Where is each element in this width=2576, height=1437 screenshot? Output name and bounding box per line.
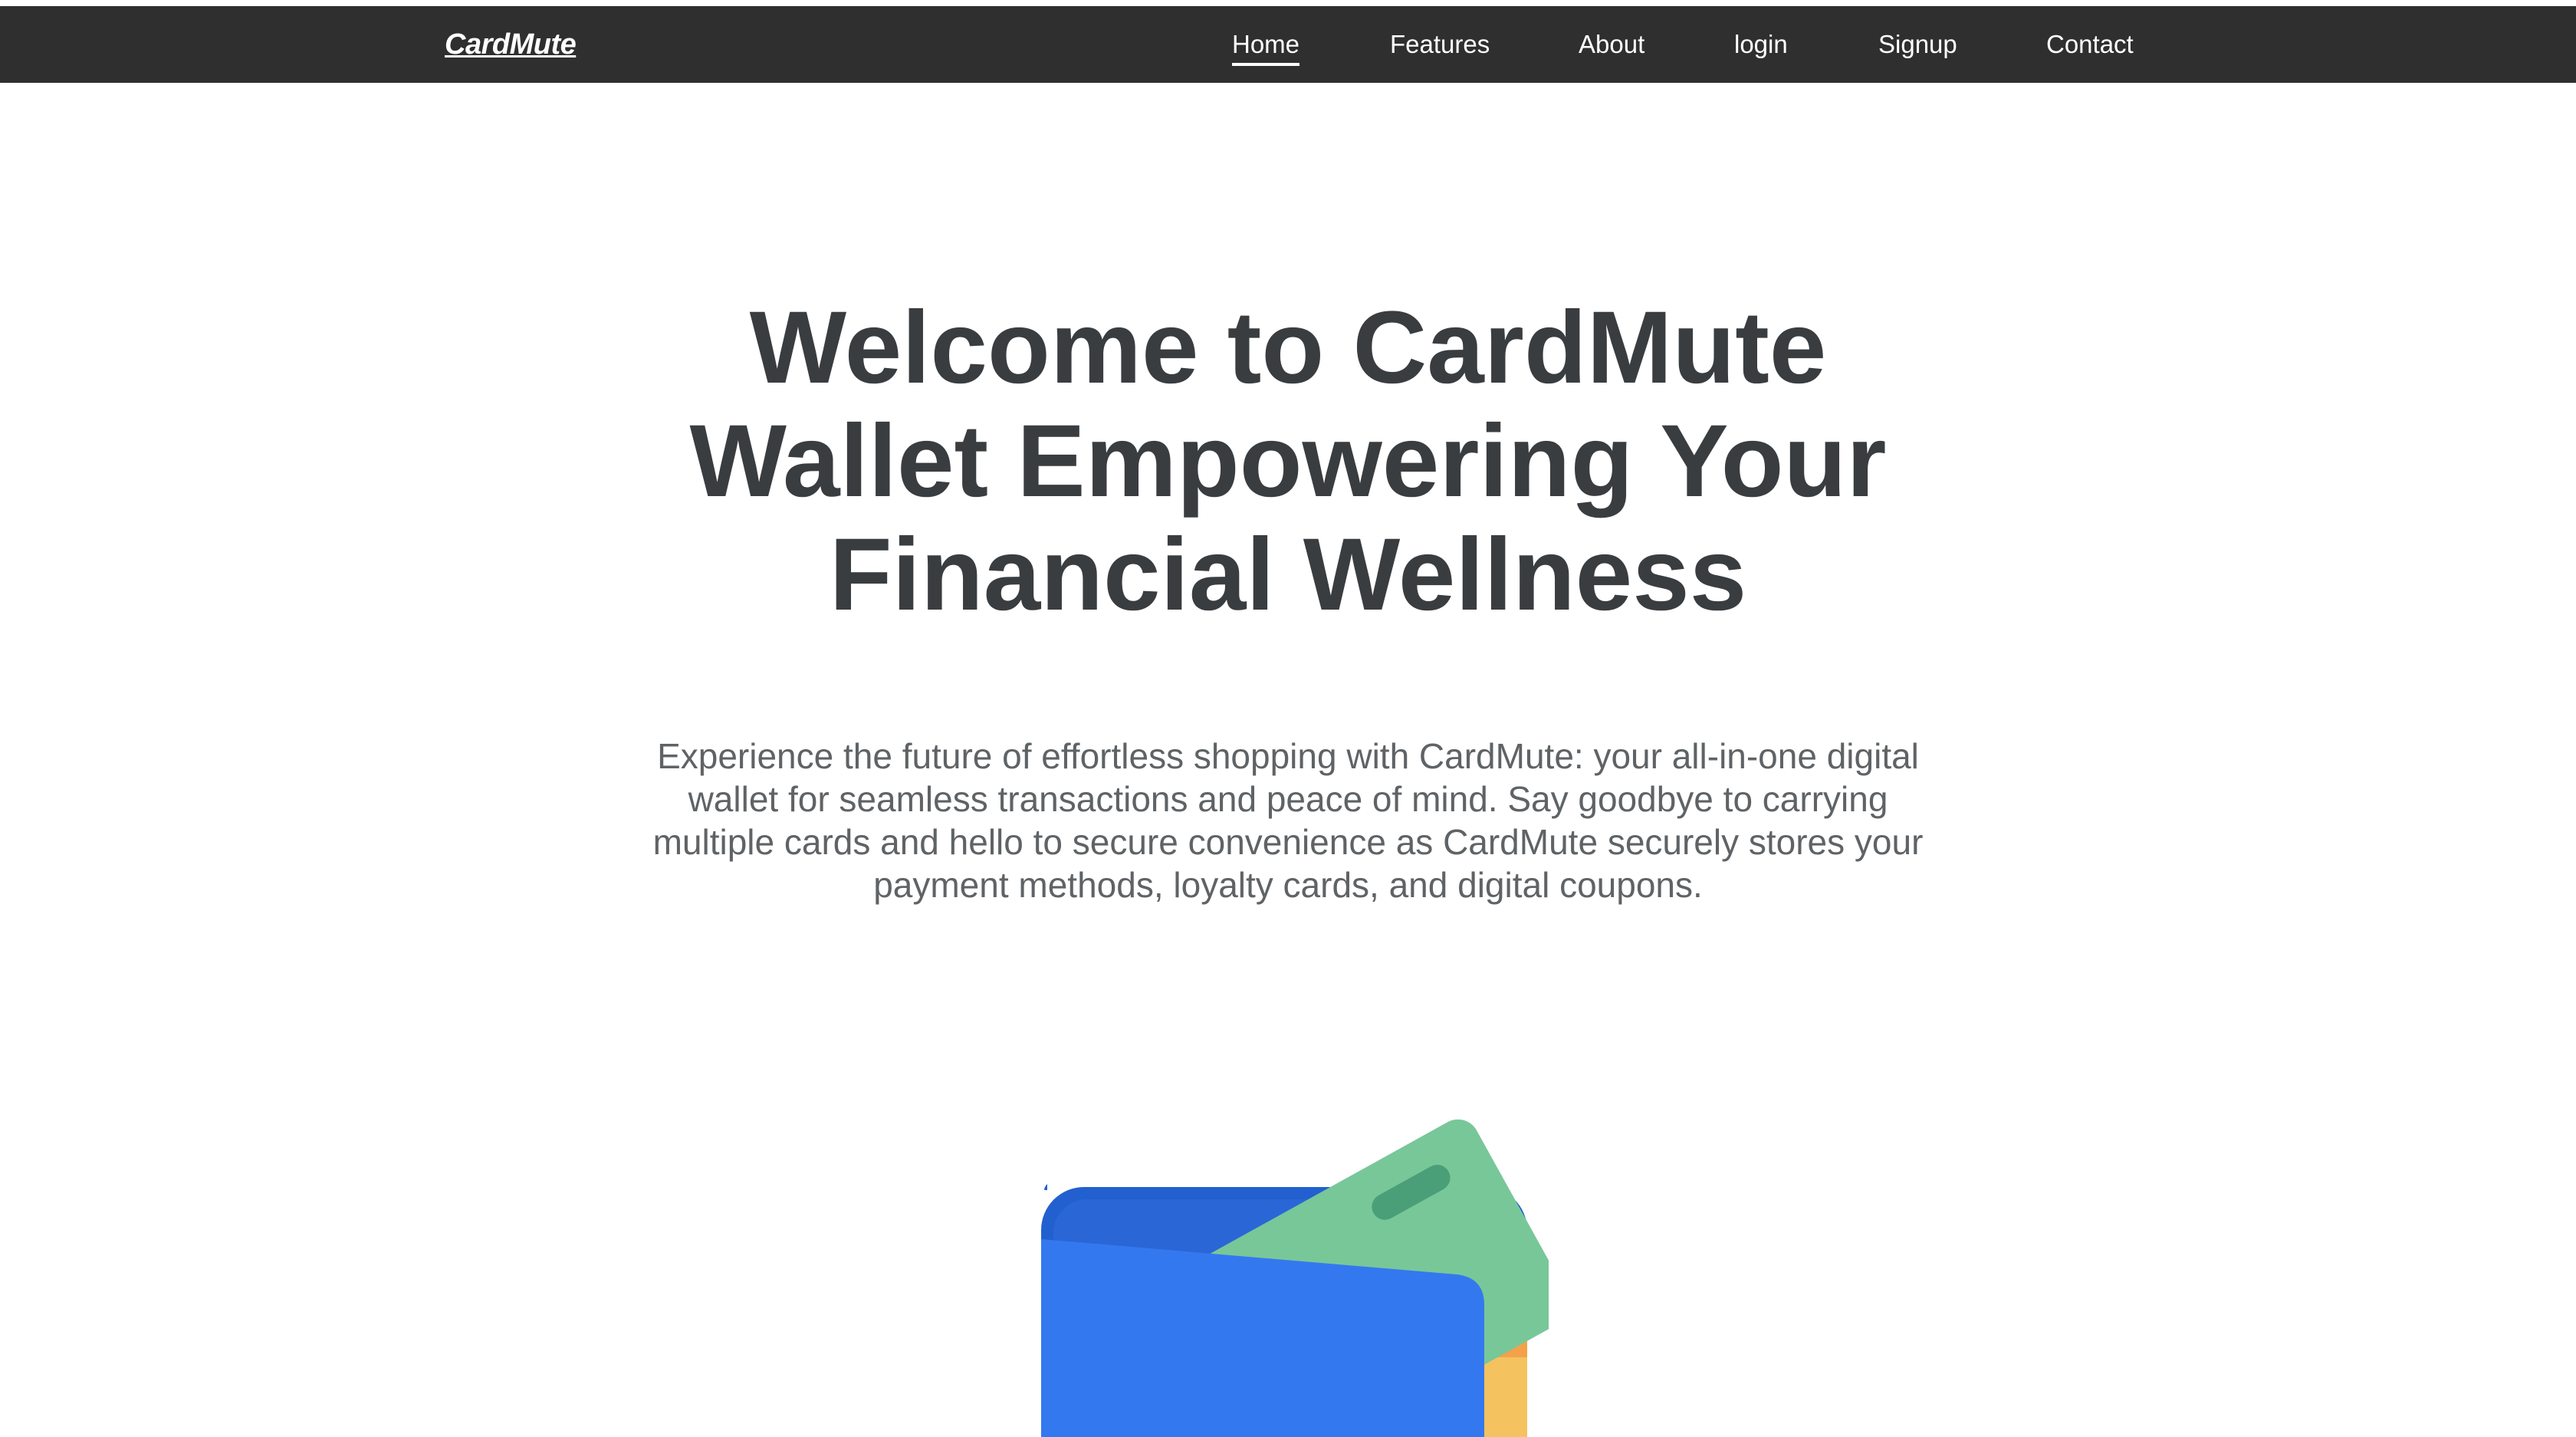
wallet-icon <box>1041 1119 1549 1437</box>
nav-link-label: login <box>1734 30 1788 58</box>
nav-link-label: Features <box>1390 30 1490 58</box>
wallet-back <box>1044 1184 1047 1190</box>
brand-logo[interactable]: CardMute <box>445 6 577 83</box>
nav-link-label: Contact <box>2046 30 2134 58</box>
nav-link-login[interactable]: login <box>1734 6 1788 83</box>
navbar: CardMute Home Features About login Signu… <box>0 6 2576 83</box>
nav-link-signup[interactable]: Signup <box>1878 6 1957 83</box>
hero-description: Experience the future of effortless shop… <box>652 736 1924 905</box>
top-strip <box>0 0 2576 6</box>
nav-link-contact[interactable]: Contact <box>2046 6 2134 83</box>
nav-link-home[interactable]: Home <box>1232 6 1300 83</box>
nav-link-label: Signup <box>1878 30 1957 58</box>
nav-link-about[interactable]: About <box>1579 6 1644 83</box>
nav-link-label: About <box>1579 30 1645 58</box>
nav-link-label: Home <box>1232 30 1300 58</box>
hero-title: Welcome to CardMute Wallet Empowering Yo… <box>689 291 1887 632</box>
active-underline <box>1232 63 1300 66</box>
nav-link-features[interactable]: Features <box>1390 6 1490 83</box>
